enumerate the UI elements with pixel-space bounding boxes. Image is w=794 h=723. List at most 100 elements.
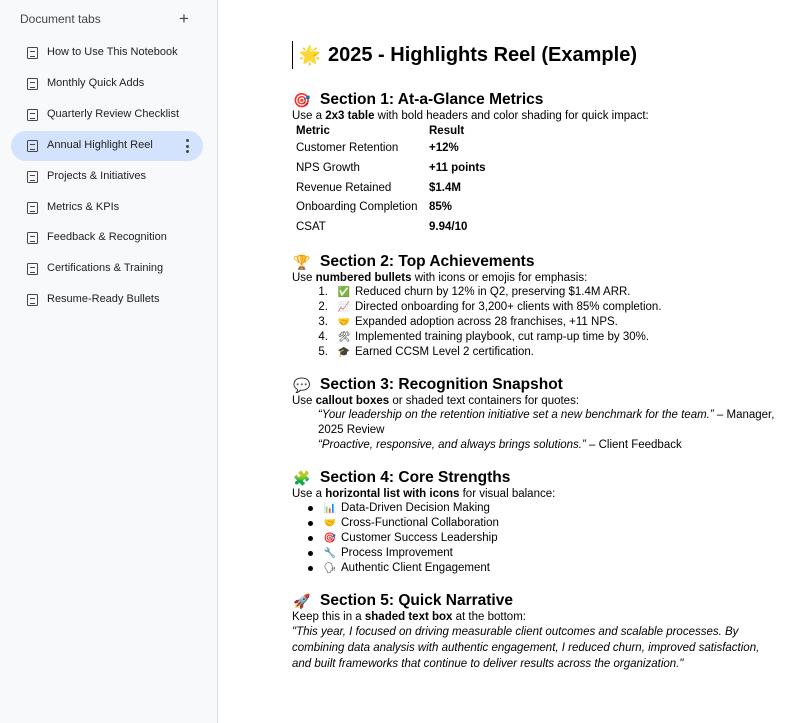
list-item: 4. 🛠 Implemented training playbook, cut ra… — [306, 330, 782, 345]
list-item: 🤝 Cross-Functional Collaboration — [308, 516, 782, 531]
section-heading-text: Section 2: Top Achievements — [320, 253, 535, 271]
list-item-text: Expanded adoption across 28 franchises, … — [355, 316, 618, 329]
list-item-text: Cross-Functional Collaboration — [341, 517, 499, 530]
table-cell: NPS Growth — [296, 162, 360, 175]
table-header-row: Metric Result — [296, 123, 486, 139]
intro-text: Use a — [292, 110, 326, 122]
rocket-icon: 🚀 — [293, 593, 311, 610]
intro-text: or shaded text containers for quotes: — [389, 395, 580, 408]
table-cell: +12% — [429, 142, 459, 155]
list-item: 🎯 Customer Success Leadership — [308, 531, 782, 546]
section-heading-text: Section 4: Core Strengths — [320, 469, 511, 487]
document-body[interactable]: 🌟 2025 - Highlights Reel (Example) 🎯 Sec… — [292, 40, 782, 672]
list-number: 3. — [318, 316, 328, 329]
star-icon: 🌟 — [298, 45, 322, 65]
strengths-list: 📊 Data-Driven Decision Making 🤝 Cross-Func… — [308, 501, 782, 576]
document-tabs-sidebar: Document tabs + How to Use This Notebook… — [0, 0, 218, 723]
speech-bubble-icon: 💬 — [293, 377, 311, 394]
table-cell: 85% — [429, 201, 453, 214]
document-icon — [27, 232, 38, 244]
section-3-heading: 💬 Section 3: Recognition Snapshot — [292, 375, 782, 395]
tab-quarterly-review-checklist[interactable]: Quarterly Review Checklist — [11, 100, 203, 130]
tab-label: Resume-Ready Bullets — [47, 293, 160, 305]
tab-label: Certifications & Training — [47, 262, 164, 274]
table-cell: Revenue Retained — [296, 181, 392, 194]
tab-metrics-kpis[interactable]: Metrics & KPIs — [11, 193, 203, 223]
document-icon — [27, 109, 38, 121]
table-cell: CSAT — [296, 221, 326, 234]
sidebar-title: Document tabs — [20, 12, 101, 26]
table-cell: +11 points — [429, 162, 486, 175]
section-1-heading: 🎯 Section 1: At-a-Glance Metrics — [292, 90, 782, 110]
section-5-heading: 🚀 Section 5: Quick Narrative — [292, 591, 782, 611]
tools-icon: 🛠 — [337, 332, 351, 344]
tab-certifications-training[interactable]: Certifications & Training — [11, 254, 203, 284]
list-item: 1. ✅ Reduced churn by 12% in Q2, preservin… — [306, 285, 782, 300]
narrative-text: "This year, I focused on driving measura… — [292, 626, 760, 671]
intro-text: with bold headers and color shading for … — [374, 110, 649, 122]
table-row: NPS Growth +11 points — [296, 159, 486, 179]
title-text: 2025 - Highlights Reel (Example) — [328, 44, 637, 66]
section-5-intro: Keep this in a shaded text box at the bo… — [292, 611, 782, 624]
table-cell: 9.94/10 — [429, 221, 468, 234]
bullet-icon — [308, 551, 313, 557]
speaking-head-icon: 🗣 — [323, 563, 337, 575]
section-heading-text: Section 1: At-a-Glance Metrics — [320, 91, 544, 108]
intro-bold-text: horizontal list with icons — [325, 488, 460, 501]
list-item: 📊 Data-Driven Decision Making — [308, 501, 782, 516]
section-heading-text: Section 5: Quick Narrative — [320, 592, 513, 610]
tab-label: Metrics & KPIs — [47, 201, 120, 213]
list-number: 5. — [318, 346, 328, 359]
graduation-cap-icon: 🎓 — [337, 347, 351, 359]
achievements-list: 1. ✅ Reduced churn by 12% in Q2, preservin… — [306, 285, 782, 360]
list-item-text: Implemented training playbook, cut ramp-… — [355, 331, 650, 344]
tab-projects-initiatives[interactable]: Projects & Initiatives — [11, 162, 203, 192]
document-icon — [27, 171, 38, 183]
list-item: 🔧 Process Improvement — [308, 546, 782, 561]
more-options-icon[interactable] — [185, 139, 189, 153]
intro-text: with icons or emojis for emphasis: — [411, 272, 588, 285]
tab-label: Quarterly Review Checklist — [47, 108, 180, 120]
tab-resume-ready-bullets[interactable]: Resume-Ready Bullets — [11, 285, 203, 315]
list-item: 🗣 Authentic Client Engagement — [308, 561, 782, 576]
document-canvas[interactable]: 🌟 2025 - Highlights Reel (Example) 🎯 Sec… — [219, 0, 794, 723]
table-row: Customer Retention +12% — [296, 139, 486, 159]
tab-feedback-recognition[interactable]: Feedback & Recognition — [11, 223, 203, 253]
target-icon: 🎯 — [323, 533, 337, 545]
table-row: CSAT 9.94/10 — [296, 218, 486, 238]
list-item-text: Earned CCSM Level 2 certification. — [355, 346, 534, 359]
section-1-intro: Use a 2x3 table with bold headers and co… — [292, 110, 782, 123]
bar-chart-icon: 📊 — [323, 503, 337, 515]
puzzle-icon: 🧩 — [293, 470, 311, 487]
list-item-text: Reduced churn by 12% in Q2, preserving $… — [355, 286, 631, 299]
intro-bold-text: shaded text box — [364, 611, 453, 624]
tab-annual-highlight-reel[interactable]: Annual Highlight Reel — [11, 131, 203, 161]
list-item-text: Directed onboarding for 3,200+ clients w… — [355, 301, 662, 314]
table-cell: Customer Retention — [296, 142, 399, 155]
tab-label: Monthly Quick Adds — [47, 77, 145, 89]
tab-label: Projects & Initiatives — [47, 170, 147, 182]
list-number: 1. — [318, 286, 328, 299]
list-number: 2. — [318, 301, 328, 314]
check-icon: ✅ — [337, 287, 351, 299]
section-2-heading: 🏆 Section 2: Top Achievements — [292, 252, 782, 272]
tab-monthly-quick-adds[interactable]: Monthly Quick Adds — [11, 69, 203, 99]
bullet-icon — [308, 536, 313, 542]
add-tab-icon[interactable]: + — [176, 10, 192, 27]
trophy-icon: 🏆 — [293, 254, 311, 271]
section-4-heading: 🧩 Section 4: Core Strengths — [292, 468, 782, 488]
tab-how-to-use[interactable]: How to Use This Notebook — [11, 38, 203, 68]
handshake-icon: 🤝 — [323, 518, 337, 530]
list-item: 3. 🤝 Expanded adoption across 28 franchise… — [306, 315, 782, 330]
intro-bold-text: callout boxes — [315, 395, 390, 408]
intro-text: Use — [292, 272, 316, 285]
tab-label: How to Use This Notebook — [47, 46, 178, 58]
intro-text: Use — [292, 395, 316, 408]
table-row: Onboarding Completion 85% — [296, 198, 486, 218]
intro-text: Keep this in a — [292, 611, 365, 624]
document-icon — [27, 47, 38, 59]
metrics-table: Metric Result Customer Retention +12% NP… — [296, 123, 486, 237]
list-item-text: Data-Driven Decision Making — [341, 502, 490, 515]
section-heading-text: Section 3: Recognition Snapshot — [320, 376, 563, 394]
section-3-intro: Use callout boxes or shaded text contain… — [292, 395, 782, 408]
